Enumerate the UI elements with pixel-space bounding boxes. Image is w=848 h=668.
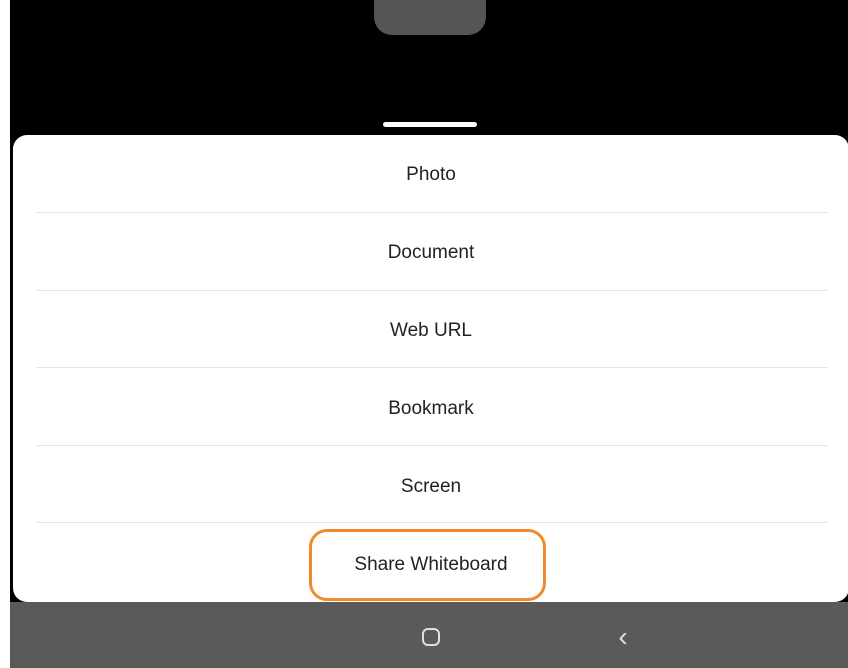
- sheet-item-web-url[interactable]: Web URL: [13, 292, 848, 369]
- sheet-item-label: Web URL: [389, 319, 472, 341]
- sheet-item-screen[interactable]: Screen: [13, 448, 848, 525]
- sheet-drag-handle[interactable]: [383, 122, 477, 127]
- bottom-sheet: Photo Document Web URL Bookmark Screen S…: [13, 135, 848, 602]
- back-icon[interactable]: ‹: [608, 622, 638, 652]
- sheet-item-label: Screen: [400, 475, 462, 497]
- divider: [36, 290, 828, 291]
- sheet-item-document[interactable]: Document: [13, 214, 848, 291]
- navigation-bar: ‹: [10, 602, 848, 668]
- home-icon[interactable]: [422, 628, 440, 646]
- divider: [36, 522, 828, 523]
- sheet-item-bookmark[interactable]: Bookmark: [13, 370, 848, 447]
- device-screen: Photo Document Web URL Bookmark Screen S…: [10, 0, 848, 668]
- divider: [36, 367, 828, 368]
- sheet-item-label: Document: [387, 241, 475, 263]
- sheet-item-label: Photo: [406, 163, 456, 185]
- camera-notch: [374, 0, 486, 35]
- divider: [36, 212, 828, 213]
- sheet-item-photo[interactable]: Photo: [13, 136, 848, 213]
- sheet-item-label: Share Whiteboard: [354, 553, 508, 575]
- divider: [36, 445, 828, 446]
- sheet-item-label: Bookmark: [388, 397, 474, 419]
- sheet-item-share-whiteboard[interactable]: Share Whiteboard: [13, 526, 848, 603]
